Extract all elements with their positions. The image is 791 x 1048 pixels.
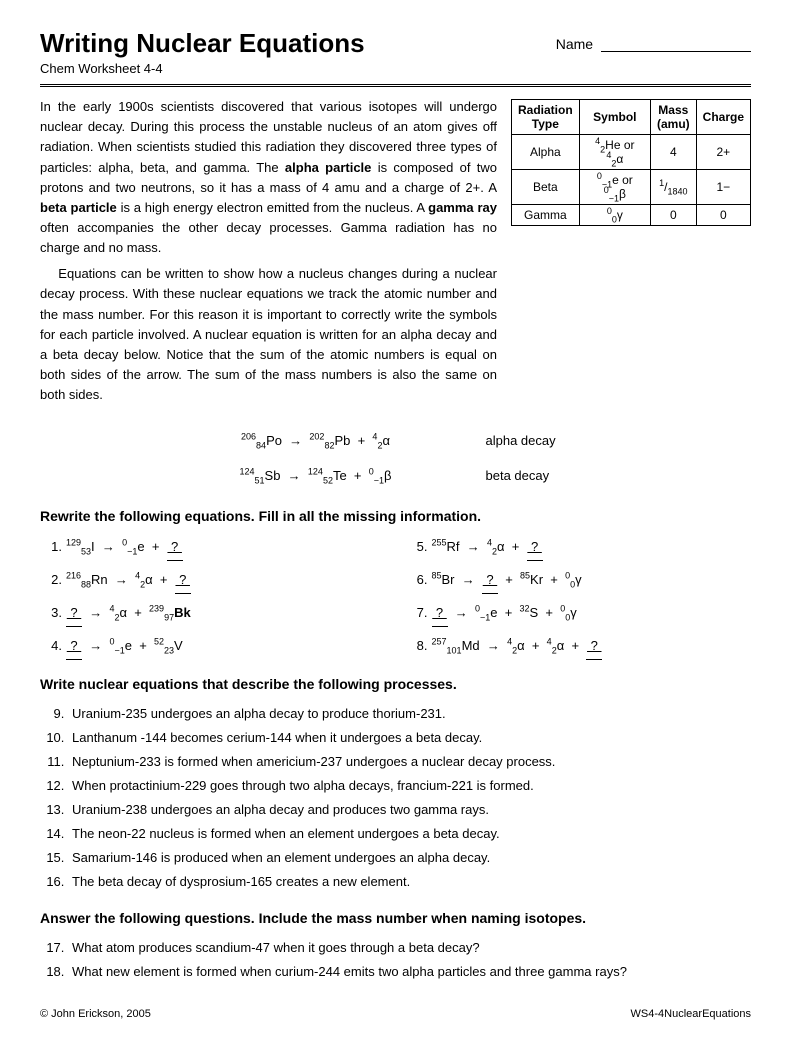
col-header-charge: Charge bbox=[696, 100, 750, 135]
footer: © John Erickson, 2005 WS4-4NuclearEquati… bbox=[40, 1004, 751, 1020]
list-item: Samarium-146 is produced when an element… bbox=[68, 846, 751, 870]
col-header-symbol: Symbol bbox=[579, 100, 650, 135]
col-header-type: RadiationType bbox=[512, 100, 580, 135]
copyright: © John Erickson, 2005 bbox=[40, 1008, 151, 1020]
intro-text: In the early 1900s scientists discovered… bbox=[40, 97, 497, 411]
list-item: What new element is formed when curium-2… bbox=[68, 960, 751, 984]
beta-decay-example: 12451Sb → 12452Te + 0−1β beta decay bbox=[40, 460, 751, 491]
problem-7: 7. ? → 0−1e + 32S + 00γ bbox=[406, 600, 752, 627]
intro-section: In the early 1900s scientists discovered… bbox=[40, 97, 751, 411]
table-row: Beta 0−1e or 0−1β 1/1840 1− bbox=[512, 170, 751, 205]
list-item: The neon-22 nucleus is formed when an el… bbox=[68, 822, 751, 846]
table-row: Gamma 00γ 0 0 bbox=[512, 205, 751, 226]
name-field: Name bbox=[556, 36, 751, 52]
problem-8: 8. 257101Md → 42α + 42α + ? bbox=[406, 633, 752, 660]
divider bbox=[40, 84, 751, 87]
list-item: What atom produces scandium-47 when it g… bbox=[68, 936, 751, 960]
col-header-mass: Mass(amu) bbox=[650, 100, 696, 135]
problem-3: 3. ? → 42α + 23997Bk bbox=[40, 600, 386, 627]
problem-4: 4. ? → 0−1e + 5223V bbox=[40, 633, 386, 660]
list-item: Uranium-235 undergoes an alpha decay to … bbox=[68, 702, 751, 726]
worksheet-id: WS4-4NuclearEquations bbox=[631, 1008, 751, 1020]
page-title: Writing Nuclear Equations bbox=[40, 28, 365, 59]
problem-5: 5. 255Rf → 42α + ? bbox=[406, 534, 752, 561]
section3-heading: Answer the following questions. Include … bbox=[40, 910, 751, 926]
list-item: When protactinium-229 goes through two a… bbox=[68, 774, 751, 798]
page-subtitle: Chem Worksheet 4-4 bbox=[40, 61, 365, 76]
problem-2: 2. 21688Rn → 42α + ? bbox=[40, 567, 386, 594]
table-row: Alpha 42He or 42α 4 2+ bbox=[512, 135, 751, 170]
list-item: The beta decay of dysprosium-165 creates… bbox=[68, 870, 751, 894]
section2-heading: Write nuclear equations that describe th… bbox=[40, 676, 751, 692]
problem-1: 1. 12953I → 0−1e + ? bbox=[40, 534, 386, 561]
section1-problems: 1. 12953I → 0−1e + ? 5. 255Rf → 42α + ? … bbox=[40, 534, 751, 660]
alpha-decay-example: 20684Po → 20282Pb + 42α alpha decay bbox=[40, 425, 751, 456]
list-item: Lanthanum -144 becomes cerium-144 when i… bbox=[68, 726, 751, 750]
list-item: Uranium-238 undergoes an alpha decay and… bbox=[68, 798, 751, 822]
section1-heading: Rewrite the following equations. Fill in… bbox=[40, 508, 751, 524]
section3-problems: What atom produces scandium-47 when it g… bbox=[40, 936, 751, 984]
example-equations: 20684Po → 20282Pb + 42α alpha decay 1245… bbox=[40, 425, 751, 491]
radiation-table-container: RadiationType Symbol Mass(amu) Charge Al… bbox=[511, 97, 751, 411]
problem-6: 6. 85Br → ? + 85Kr + 00γ bbox=[406, 567, 752, 594]
radiation-table: RadiationType Symbol Mass(amu) Charge Al… bbox=[511, 99, 751, 226]
section2-problems: Uranium-235 undergoes an alpha decay to … bbox=[40, 702, 751, 894]
list-item: Neptunium-233 is formed when americium-2… bbox=[68, 750, 751, 774]
